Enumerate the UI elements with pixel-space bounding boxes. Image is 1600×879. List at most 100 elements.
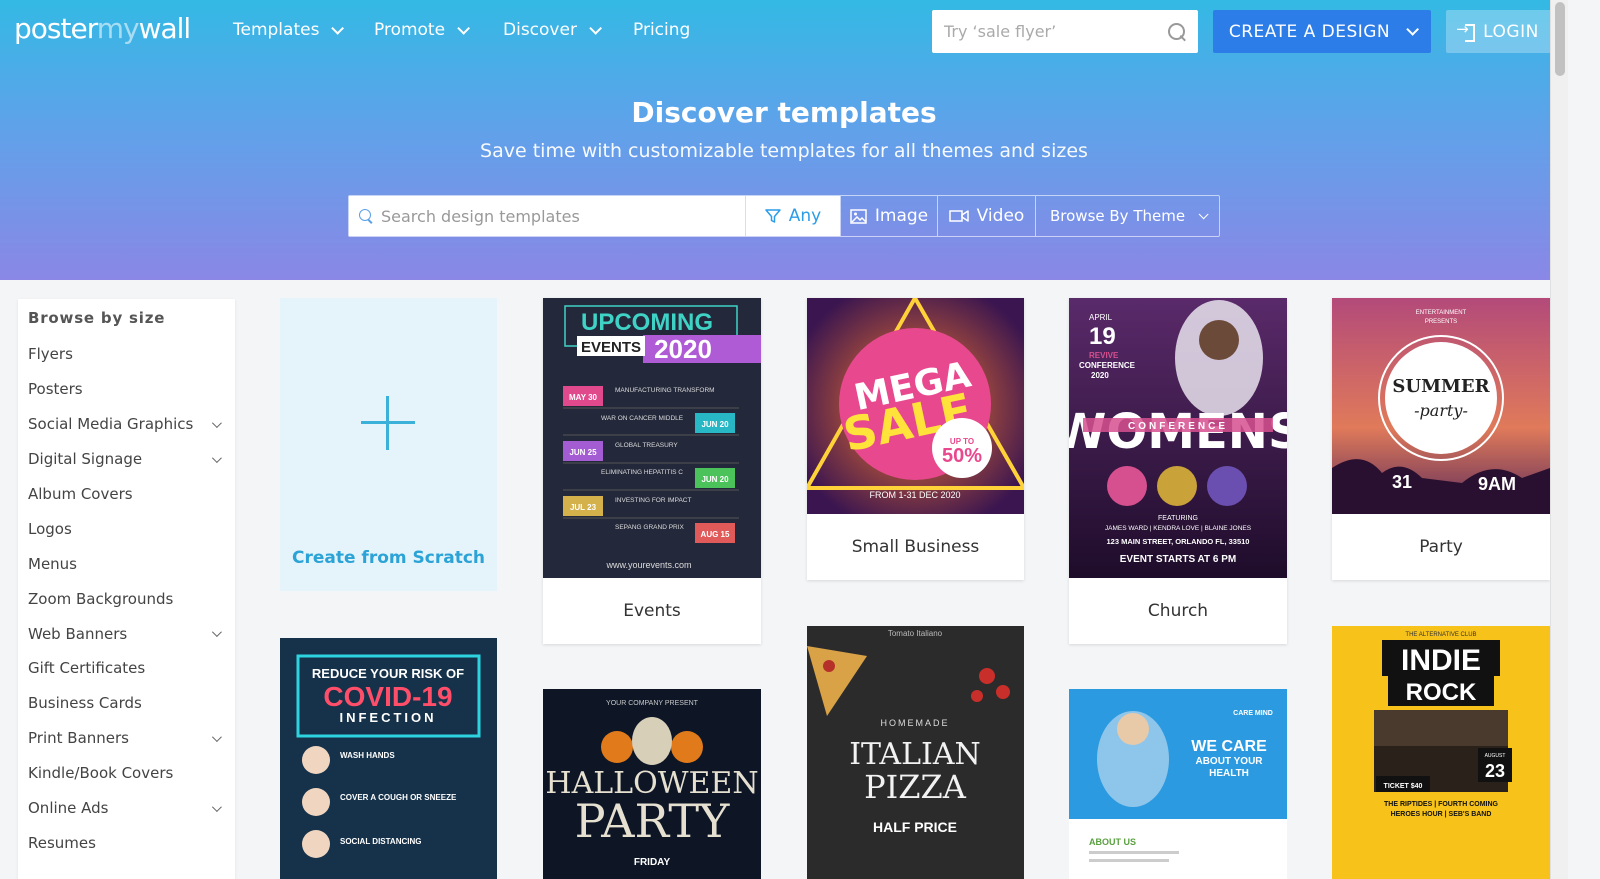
- events-row-date: JUN 20: [701, 420, 729, 429]
- create-design-button[interactable]: CREATE A DESIGN: [1213, 10, 1431, 53]
- browse-by-size-sidebar: Browse by size Flyers Posters Social Med…: [18, 299, 235, 879]
- template-card-events[interactable]: UPCOMING EVENTS 2020 MAY 30 MANUFACTURIN…: [543, 298, 761, 644]
- nav-promote[interactable]: Promote: [374, 20, 471, 40]
- sidebar-item-kindle-book-covers[interactable]: Kindle/Book Covers: [18, 756, 235, 791]
- covid-poster-item: COVER A COUGH OR SNEEZE: [340, 793, 457, 802]
- sidebar-item-label: Digital Signage: [28, 450, 143, 469]
- pizza-poster-line2: PIZZA: [864, 768, 967, 806]
- chevron-down-icon[interactable]: [211, 627, 222, 638]
- template-card-care[interactable]: CARE MIND WE CARE ABOUT YOUR HEALTH ABOU…: [1069, 689, 1287, 879]
- top-search-box: [932, 10, 1198, 53]
- church-poster-start: EVENT STARTS AT 6 PM: [1120, 554, 1237, 565]
- events-poster-year: 2020: [654, 334, 712, 364]
- sidebar-item-label: Posters: [28, 380, 83, 399]
- chevron-down-icon: [1198, 208, 1209, 219]
- template-card-small-business[interactable]: MEGA SALE UP TO 50% FROM 1-31 DEC 2020 S…: [807, 298, 1024, 580]
- events-row-text: ELIMINATING HEPATITIS C: [601, 469, 683, 476]
- template-filter-bar: Any Image Video Browse By Theme: [348, 195, 1220, 237]
- template-card-indie-rock[interactable]: THE ALTERNATIVE CLUB INDIE ROCK TICKET $…: [1332, 626, 1550, 879]
- filter-image-label: Image: [874, 206, 929, 226]
- events-row-date: JUN 25: [569, 448, 597, 457]
- template-card-label: Church: [1147, 601, 1209, 621]
- search-icon[interactable]: [1168, 22, 1186, 41]
- covid-poster-item: WASH HANDS: [340, 751, 395, 760]
- sidebar-item-label: Flyers: [28, 345, 73, 364]
- login-label: LOGIN: [1483, 21, 1539, 42]
- chevron-down-icon[interactable]: [211, 731, 222, 742]
- create-from-scratch-card[interactable]: Create from Scratch: [280, 298, 497, 591]
- chevron-down-icon[interactable]: [211, 417, 222, 428]
- sidebar-item-flyers[interactable]: Flyers: [18, 337, 235, 372]
- sidebar-item-social-media-graphics[interactable]: Social Media Graphics: [18, 407, 235, 442]
- plus-icon: [361, 396, 415, 450]
- sidebar-item-web-banners[interactable]: Web Banners: [18, 616, 235, 651]
- chevron-down-icon[interactable]: [211, 801, 222, 812]
- template-card-covid[interactable]: REDUCE YOUR RISK OF COVID-19 INFECTION W…: [280, 638, 497, 879]
- login-button[interactable]: LOGIN: [1446, 10, 1550, 53]
- sidebar-item-print-banners[interactable]: Print Banners: [18, 721, 235, 756]
- pizza-poster-top: Tomato Italiano: [888, 629, 943, 638]
- sidebar-item-label: Resumes: [28, 833, 96, 852]
- template-card-label: Small Business: [851, 537, 980, 557]
- nav-pricing-label: Pricing: [633, 20, 691, 40]
- template-card-church[interactable]: APRIL 19 REVIVE CONFERENCE 2020 WOMENS C…: [1069, 298, 1287, 644]
- top-search-input[interactable]: [944, 22, 1168, 41]
- filter-image-button[interactable]: Image: [840, 196, 937, 236]
- indie-poster-month: AUGUST: [1485, 753, 1506, 759]
- nav-pricing[interactable]: Pricing: [633, 20, 690, 40]
- pizza-poster-art: Tomato Italiano HOMEMADE ITALIAN PIZZA H…: [807, 626, 1024, 879]
- sidebar-item-label: Menus: [28, 554, 77, 573]
- events-poster-title1: UPCOMING: [581, 309, 713, 336]
- image-icon: [850, 208, 867, 224]
- template-thumbnail-small-business: MEGA SALE UP TO 50% FROM 1-31 DEC 2020: [807, 298, 1024, 514]
- sidebar-item-gift-certificates[interactable]: Gift Certificates: [18, 651, 235, 686]
- template-search-input[interactable]: [381, 206, 735, 226]
- covid-poster-line3: INFECTION: [339, 710, 436, 725]
- indie-poster-bands: THE RIPTIDES | FOURTH COMING: [1384, 801, 1499, 808]
- filter-any-label: Any: [788, 206, 822, 226]
- filter-any-button[interactable]: Any: [745, 196, 840, 236]
- create-from-scratch-label: Create from Scratch: [291, 548, 485, 568]
- logo[interactable]: postermywall: [14, 12, 191, 45]
- sidebar-item-menus[interactable]: Menus: [18, 546, 235, 581]
- browse-by-theme-dropdown[interactable]: Browse By Theme: [1035, 196, 1219, 236]
- filter-video-button[interactable]: Video: [937, 196, 1035, 236]
- party-poster-time: 9AM: [1478, 474, 1516, 494]
- care-poster-art: CARE MIND WE CARE ABOUT YOUR HEALTH ABOU…: [1069, 689, 1287, 879]
- chevron-down-icon: [589, 21, 602, 35]
- filter-icon: [765, 209, 781, 223]
- sidebar-item-resumes[interactable]: Resumes: [18, 825, 235, 860]
- sidebar-item-business-cards[interactable]: Business Cards: [18, 686, 235, 721]
- church-poster-tag1: REVIVE: [1089, 351, 1119, 360]
- sidebar-item-label: Album Covers: [28, 485, 133, 503]
- pizza-poster-price: HALF PRICE: [873, 819, 957, 835]
- template-thumbnail-church: APRIL 19 REVIVE CONFERENCE 2020 WOMENS C…: [1069, 298, 1287, 578]
- sidebar-title: Browse by size: [28, 309, 166, 327]
- template-card-party[interactable]: ENTERTAINMENT PRESENTS SUMMER -party- 31…: [1332, 298, 1550, 580]
- sidebar-item-online-ads[interactable]: Online Ads: [18, 791, 235, 826]
- events-row-text: SEPANG GRAND PRIX: [615, 524, 685, 531]
- sidebar-item-album-covers[interactable]: Album Covers: [18, 477, 235, 512]
- filter-video-label: Video: [976, 206, 1025, 226]
- sidebar-item-zoom-backgrounds[interactable]: Zoom Backgrounds: [18, 581, 235, 616]
- sidebar-item-label: Gift Certificates: [28, 659, 146, 678]
- sale-poster-footer: FROM 1-31 DEC 2020: [869, 490, 960, 500]
- nav-discover[interactable]: Discover: [503, 20, 602, 40]
- halloween-poster-line2: PARTY: [575, 794, 730, 848]
- logo-text-poster: poster: [14, 12, 98, 45]
- halloween-poster-top: YOUR COMPANY PRESENT: [606, 700, 699, 707]
- sidebar-item-digital-signage[interactable]: Digital Signage: [18, 442, 235, 477]
- template-thumbnail-events: UPCOMING EVENTS 2020 MAY 30 MANUFACTURIN…: [543, 298, 761, 578]
- nav-templates[interactable]: Templates: [233, 20, 345, 40]
- care-poster-line3: HEALTH: [1209, 768, 1249, 779]
- sidebar-item-posters[interactable]: Posters: [18, 372, 235, 407]
- sidebar-item-logos[interactable]: Logos: [18, 511, 235, 546]
- indie-poster-bands2: HEROES HOUR | SEB'S BAND: [1391, 811, 1492, 818]
- scrollbar-thumb[interactable]: [1555, 2, 1565, 76]
- page-scrollbar[interactable]: [1550, 0, 1568, 879]
- template-card-halloween[interactable]: YOUR COMPANY PRESENT HALLOWEEN PARTY FRI…: [543, 689, 761, 879]
- indie-poster-line2: ROCK: [1406, 679, 1477, 706]
- chevron-down-icon[interactable]: [211, 452, 222, 463]
- template-card-pizza[interactable]: Tomato Italiano HOMEMADE ITALIAN PIZZA H…: [807, 626, 1024, 879]
- sidebar-item-label: Zoom Backgrounds: [28, 589, 174, 608]
